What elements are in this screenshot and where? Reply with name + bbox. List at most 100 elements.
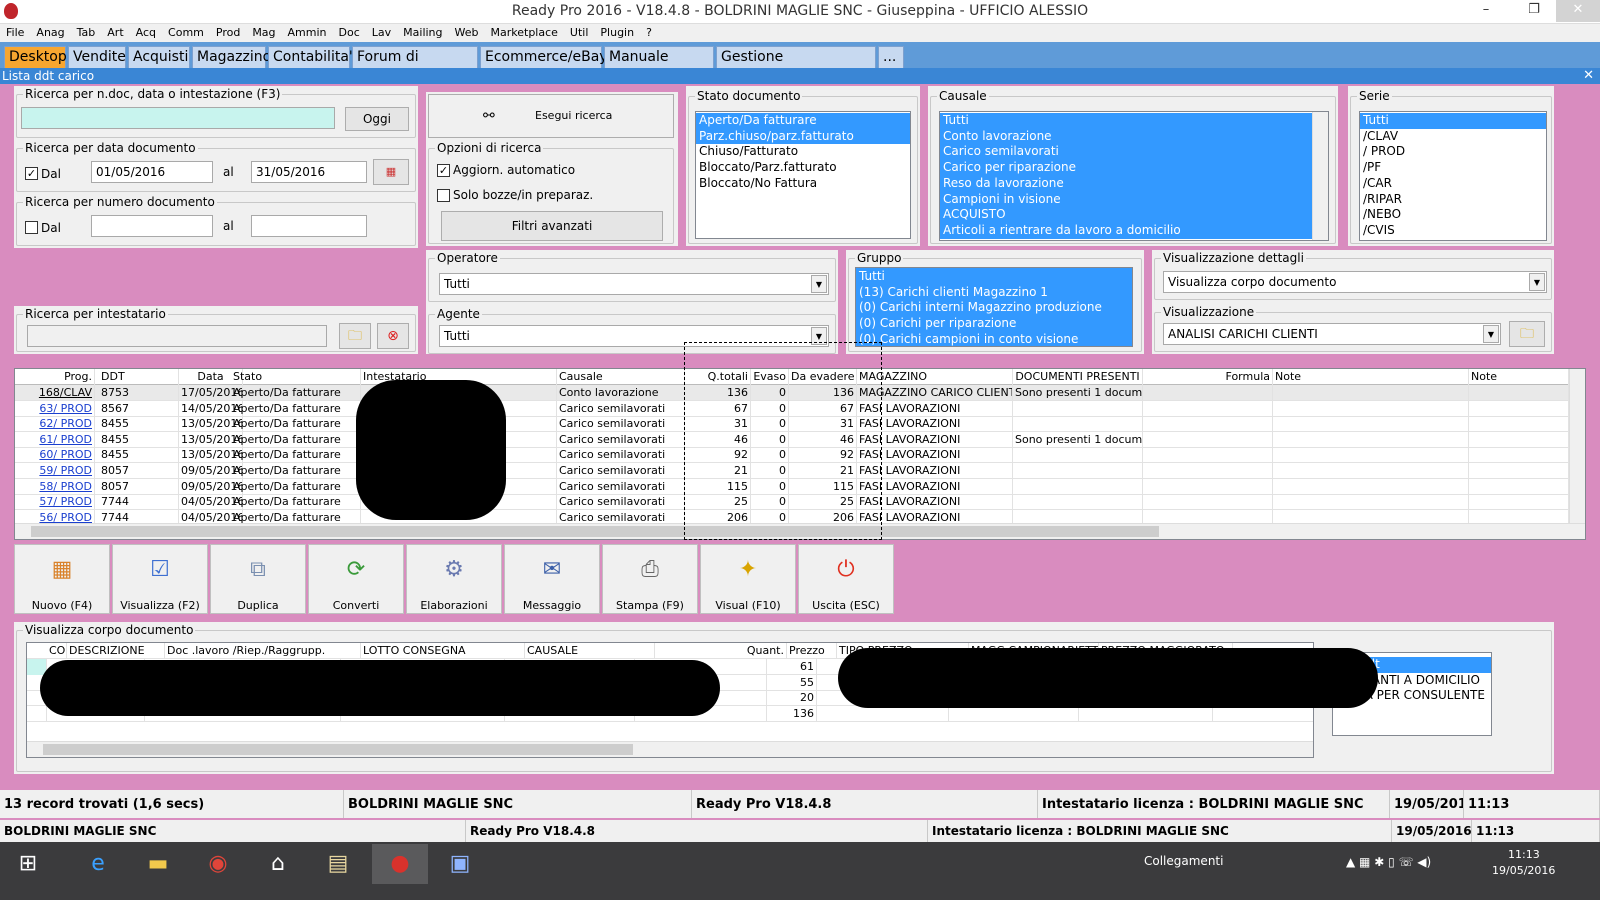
toolbar-button-4[interactable]: ⚙ Elaborazioni — [406, 544, 502, 614]
list-item[interactable]: (0) Carichi interni Magazzino produzione — [856, 300, 1132, 317]
menu-lav[interactable]: Lav — [366, 24, 397, 41]
doc-link[interactable]: 58/ PROD — [39, 480, 92, 493]
date-from-input[interactable]: 01/05/2016 — [91, 161, 213, 183]
calendar-icon[interactable]: ▦ — [373, 159, 409, 185]
toolbar-button-2[interactable]: ⧉ Duplica — [210, 544, 306, 614]
menu-file[interactable]: File — [0, 24, 30, 41]
remote-app-icon[interactable]: ▣ — [432, 844, 488, 884]
list-item[interactable]: /NEBO — [1360, 207, 1546, 223]
file-explorer-icon[interactable]: ▬ — [130, 844, 186, 884]
folder-icon[interactable]: 🗀 — [1509, 321, 1545, 347]
list-item[interactable]: Bloccato/No Fattura — [696, 176, 910, 192]
toolbar-button-5[interactable]: ✉ Messaggio — [504, 544, 600, 614]
doc-link[interactable]: 60/ PROD — [39, 448, 92, 461]
date-from-checkbox[interactable]: ✓ — [25, 167, 38, 180]
tab-9[interactable]: ... — [878, 46, 904, 68]
list-item[interactable]: / PROD — [1360, 144, 1546, 160]
body-grid-scrollbar[interactable] — [27, 741, 1313, 757]
tab-6[interactable]: Ecommerce/eBay — [480, 46, 608, 68]
windows-start-icon[interactable]: ⊞ — [0, 844, 56, 884]
column-header[interactable]: Doc .lavoro /Riep./Raggrupp. — [165, 643, 361, 659]
holder-input[interactable] — [27, 325, 327, 347]
list-item[interactable]: Bloccato/Parz.fatturato — [696, 160, 910, 176]
menu-util[interactable]: Util — [564, 24, 594, 41]
grid-vertical-scrollbar[interactable] — [1569, 369, 1585, 525]
doc-state-list[interactable]: Aperto/Da fatturare Parz.chiuso/parz.fatt… — [695, 111, 911, 239]
network-label[interactable]: Collegamenti — [1144, 854, 1223, 868]
clock-time[interactable]: 11:13 — [1508, 848, 1540, 861]
doc-link[interactable]: 62/ PROD — [39, 417, 92, 430]
list-item[interactable]: /CAR — [1360, 176, 1546, 192]
document-app-icon[interactable]: ▤ — [310, 844, 366, 884]
menu-acq[interactable]: Acq — [130, 24, 162, 41]
menu-prod[interactable]: Prod — [210, 24, 246, 41]
list-item[interactable]: Articoli a rientrare da lavoro a domicil… — [940, 222, 1328, 239]
list-item[interactable]: Chiuso/Fatturato — [696, 144, 910, 160]
column-header[interactable]: Prog. — [15, 369, 95, 385]
menu-anag[interactable]: Anag — [30, 24, 70, 41]
home-icon[interactable]: ⌂ — [250, 844, 306, 884]
column-header[interactable]: Note — [1273, 369, 1469, 385]
tab-7[interactable]: Manuale utente — [604, 46, 714, 85]
auto-update-checkbox[interactable]: ✓ — [437, 164, 450, 177]
list-item[interactable]: Tutti — [1360, 113, 1546, 129]
internet-explorer-icon[interactable]: e — [70, 844, 126, 884]
gruppo-list[interactable]: Tutti (13) Carichi clienti Magazzino 1 (0)… — [855, 267, 1133, 347]
doc-link[interactable]: 63/ PROD — [39, 402, 92, 415]
list-item[interactable]: /PF — [1360, 160, 1546, 176]
column-header[interactable]: LOTTO CONSEGNA — [361, 643, 525, 659]
list-item[interactable]: Parz.chiuso/parz.fatturato — [696, 128, 910, 145]
list-item[interactable]: Carico semilavorati — [940, 144, 1328, 161]
tab-2[interactable]: Acquisti — [128, 46, 190, 68]
column-header[interactable]: Quant. — [655, 643, 787, 659]
tab-3[interactable]: Magazzino — [192, 46, 271, 68]
toolbar-button-0[interactable]: ▦ Nuovo (F4) — [14, 544, 110, 614]
list-item[interactable]: ACQUISTO — [940, 207, 1328, 223]
doc-link[interactable]: 59/ PROD — [39, 464, 92, 477]
menu-ammin[interactable]: Ammin — [282, 24, 333, 41]
detail-view-select[interactable]: Visualizza corpo documento ▼ — [1163, 271, 1547, 293]
column-header[interactable]: DESCRIZIONE — [67, 643, 165, 659]
toolbar-button-8[interactable]: ⏻ Uscita (ESC) — [798, 544, 894, 614]
list-item[interactable]: Aperto/Da fatturare — [696, 113, 910, 129]
menu-tab[interactable]: Tab — [71, 24, 102, 41]
list-item[interactable]: /RIPAR — [1360, 192, 1546, 208]
list-item[interactable]: Reso da lavorazione — [940, 175, 1328, 192]
doc-link[interactable]: 56/ PROD — [39, 511, 92, 524]
tray-icons[interactable]: ▲ ▦ ✱ ▯ ☏ ◀) — [1346, 855, 1431, 869]
doc-search-input[interactable] — [21, 107, 335, 129]
toolbar-button-7[interactable]: ✦ Visual (F10) — [700, 544, 796, 614]
column-header[interactable]: Formula — [1143, 369, 1273, 385]
doc-link[interactable]: 168/CLAV — [39, 386, 92, 399]
column-header[interactable]: Stato — [231, 369, 361, 385]
serie-list[interactable]: Tutti/CLAV / PROD/PF/CAR/RIPAR/NEBO/CVIS — [1359, 111, 1547, 241]
list-item[interactable]: (13) Carichi clienti Magazzino 1 — [856, 284, 1132, 301]
list-item[interactable]: Tutti — [940, 113, 1328, 129]
close-button[interactable]: ✕ — [1556, 0, 1600, 22]
column-header[interactable]: Causale — [557, 369, 685, 385]
chrome-icon[interactable]: ◉ — [190, 844, 246, 884]
column-header[interactable]: CODICE / CMS — [47, 643, 67, 659]
column-header[interactable]: Note — [1469, 369, 1569, 385]
menu-art[interactable]: Art — [101, 24, 129, 41]
tab-1[interactable]: Vendite — [68, 46, 126, 68]
list-item[interactable]: Conto lavorazione — [940, 128, 1328, 145]
advanced-filters-button[interactable]: Filtri avanzati — [441, 211, 663, 241]
date-to-input[interactable]: 31/05/2016 — [251, 161, 367, 183]
list-item[interactable]: /CVIS — [1360, 223, 1546, 239]
menu-marketplace[interactable]: Marketplace — [485, 24, 564, 41]
row-selector[interactable] — [27, 705, 47, 722]
ready-pro-app-icon[interactable]: ● — [372, 844, 428, 884]
list-item[interactable]: Tutti — [856, 269, 1132, 285]
list-item[interactable]: Campioni in visione — [940, 191, 1328, 208]
menu-mailing[interactable]: Mailing — [397, 24, 448, 41]
menu-mag[interactable]: Mag — [246, 24, 281, 41]
menu-comm[interactable]: Comm — [162, 24, 210, 41]
toolbar-button-3[interactable]: ⟳ Converti — [308, 544, 404, 614]
doc-link[interactable]: 57/ PROD — [39, 495, 92, 508]
restore-button[interactable]: ❐ — [1512, 0, 1556, 22]
operator-select[interactable]: Tutti ▼ — [439, 273, 829, 295]
list-item[interactable]: /CLAV — [1360, 129, 1546, 145]
number-to-input[interactable] — [251, 215, 367, 237]
tab-5[interactable]: Forum di supporto — [352, 46, 478, 85]
